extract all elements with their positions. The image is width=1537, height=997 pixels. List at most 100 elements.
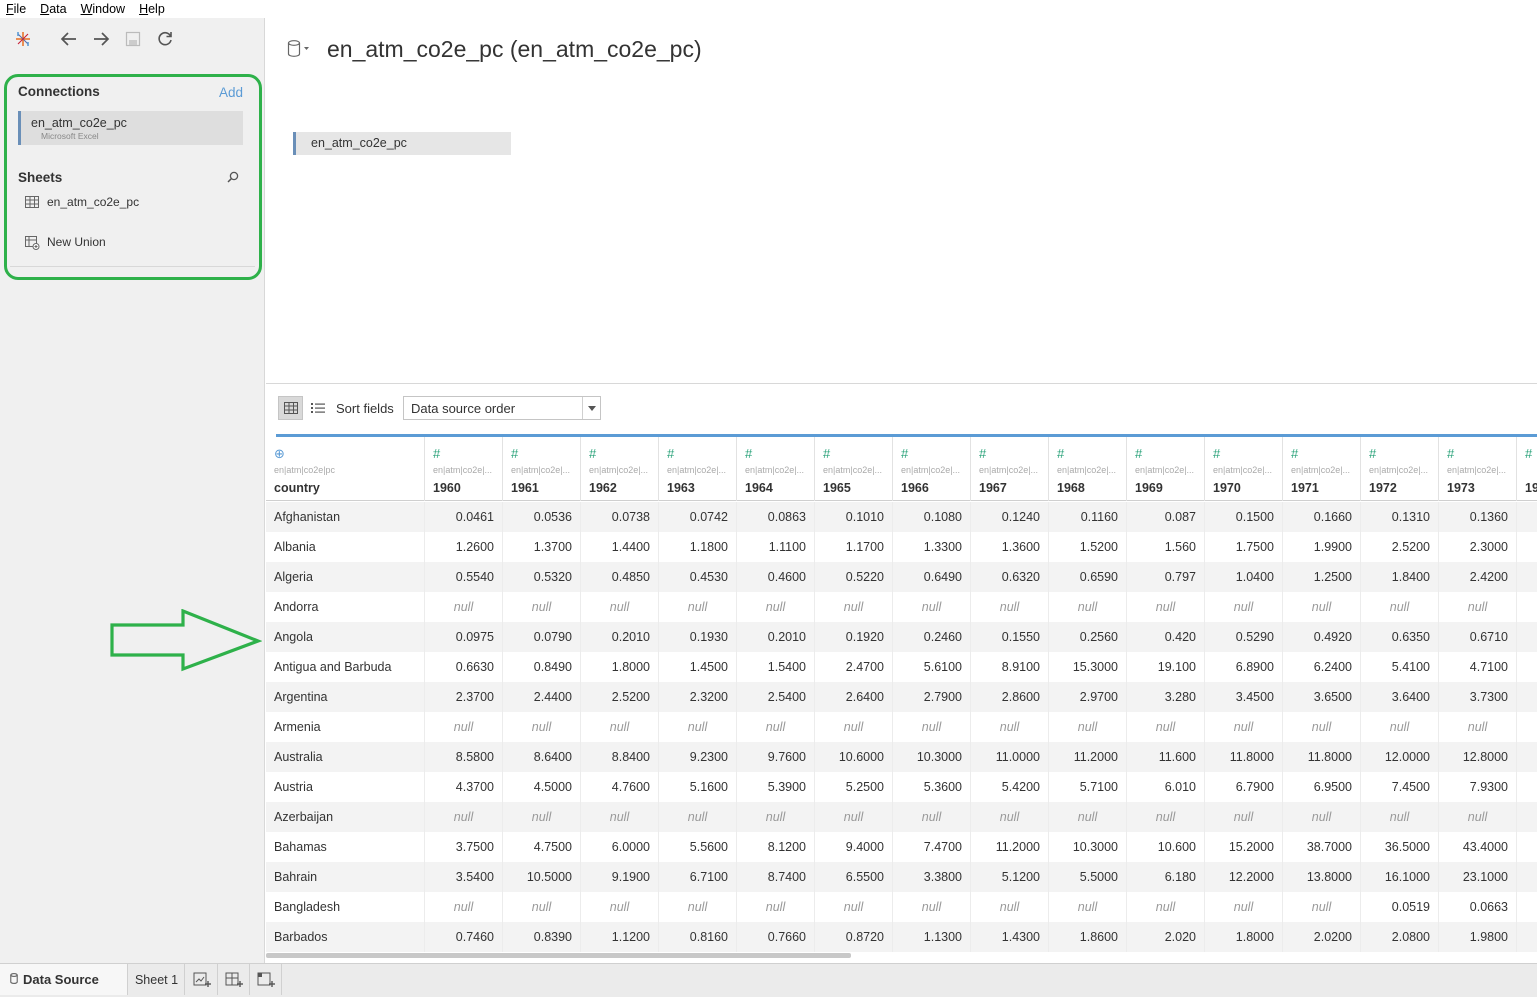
canvas-divider[interactable] xyxy=(266,383,1537,384)
column-header-year[interactable]: # en|atm|co2e|... 1967 xyxy=(971,437,1049,501)
column-name[interactable]: 1960 xyxy=(433,481,461,495)
column-header-country[interactable]: ⊕ en|atm|co2e|pc country xyxy=(266,437,425,501)
globe-icon[interactable]: ⊕ xyxy=(274,446,285,462)
new-story-icon[interactable] xyxy=(250,964,282,995)
value-cell: 11.8000 xyxy=(1283,742,1361,772)
column-name[interactable]: 1966 xyxy=(901,481,929,495)
menu-file[interactable]: File xyxy=(0,2,34,16)
value-cell: 6.010 xyxy=(1127,772,1205,802)
value-cell: 2.8600 xyxy=(971,682,1049,712)
column-name[interactable]: country xyxy=(274,481,320,495)
value-cell: 0.7660 xyxy=(737,922,815,952)
column-name[interactable]: 1972 xyxy=(1369,481,1397,495)
column-header-year[interactable]: # en|atm|co2e|... 1962 xyxy=(581,437,659,501)
column-name[interactable]: 1969 xyxy=(1135,481,1163,495)
value-cell: 0.5320 xyxy=(503,562,581,592)
column-header-year[interactable]: # en|atm|co2e|... 1969 xyxy=(1127,437,1205,501)
column-name[interactable]: 1968 xyxy=(1057,481,1085,495)
tableau-logo-icon[interactable] xyxy=(12,28,34,50)
column-header-year[interactable]: #19 xyxy=(1517,437,1537,501)
column-header-year[interactable]: # en|atm|co2e|... 1961 xyxy=(503,437,581,501)
column-name[interactable]: 1970 xyxy=(1213,481,1241,495)
sort-fields-label: Sort fields xyxy=(336,401,394,416)
value-cell: 8.5800 xyxy=(425,742,503,772)
value-cell: 0.0738 xyxy=(581,502,659,532)
column-name[interactable]: 1967 xyxy=(979,481,1007,495)
column-header-year[interactable]: # en|atm|co2e|... 1970 xyxy=(1205,437,1283,501)
value-cell: 0.6320 xyxy=(971,562,1049,592)
number-type-icon[interactable]: # xyxy=(511,446,518,461)
value-cell: null xyxy=(815,712,893,742)
column-name[interactable]: 1973 xyxy=(1447,481,1475,495)
column-source-label: en|atm|co2e|... xyxy=(1057,465,1117,475)
number-type-icon[interactable]: # xyxy=(667,446,674,461)
value-cell: null xyxy=(425,802,503,832)
column-header-year[interactable]: # en|atm|co2e|... 1972 xyxy=(1361,437,1439,501)
column-name[interactable]: 1963 xyxy=(667,481,695,495)
column-header-year[interactable]: # en|atm|co2e|... 1965 xyxy=(815,437,893,501)
value-cell: 5.2500 xyxy=(815,772,893,802)
country-cell: Bahamas xyxy=(266,832,425,862)
number-type-icon[interactable]: # xyxy=(823,446,830,461)
number-type-icon[interactable]: # xyxy=(1447,446,1454,461)
tab-data-source[interactable]: Data Source xyxy=(0,964,128,995)
column-header-year[interactable]: # en|atm|co2e|... 1960 xyxy=(425,437,503,501)
number-type-icon[interactable]: # xyxy=(1525,446,1532,461)
column-name[interactable]: 1965 xyxy=(823,481,851,495)
new-worksheet-icon[interactable] xyxy=(186,964,218,995)
overflow-cell xyxy=(1517,892,1537,922)
value-cell: null xyxy=(971,592,1049,622)
back-arrow-icon[interactable] xyxy=(58,28,80,50)
datasource-title[interactable]: en_atm_co2e_pc (en_atm_co2e_pc) xyxy=(327,36,702,63)
column-name[interactable]: 1971 xyxy=(1291,481,1319,495)
column-header-year[interactable]: # en|atm|co2e|... 1966 xyxy=(893,437,971,501)
forward-arrow-icon[interactable] xyxy=(90,28,112,50)
value-cell: null xyxy=(737,712,815,742)
value-cell: 2.0800 xyxy=(1361,922,1439,952)
chevron-down-icon[interactable] xyxy=(582,397,600,419)
list-view-button[interactable] xyxy=(310,400,326,416)
number-type-icon[interactable]: # xyxy=(1213,446,1220,461)
menu-help[interactable]: Help xyxy=(133,2,173,16)
horizontal-scrollbar[interactable] xyxy=(266,953,851,958)
canvas-table-chip[interactable]: en_atm_co2e_pc xyxy=(293,132,511,155)
database-icon[interactable] xyxy=(287,39,311,64)
value-cell: 6.180 xyxy=(1127,862,1205,892)
tab-sheet-1[interactable]: Sheet 1 xyxy=(129,964,185,995)
number-type-icon[interactable]: # xyxy=(433,446,440,461)
value-cell: 7.9300 xyxy=(1439,772,1517,802)
column-name[interactable]: 19 xyxy=(1525,481,1537,495)
value-cell: 6.5500 xyxy=(815,862,893,892)
value-cell: 8.1200 xyxy=(737,832,815,862)
number-type-icon[interactable]: # xyxy=(901,446,908,461)
menu-window[interactable]: Window xyxy=(75,2,133,16)
number-type-icon[interactable]: # xyxy=(589,446,596,461)
number-type-icon[interactable]: # xyxy=(1291,446,1298,461)
number-type-icon[interactable]: # xyxy=(1135,446,1142,461)
column-name[interactable]: 1964 xyxy=(745,481,773,495)
value-cell: null xyxy=(893,892,971,922)
column-header-year[interactable]: # en|atm|co2e|... 1968 xyxy=(1049,437,1127,501)
overflow-cell xyxy=(1517,682,1537,712)
value-cell: 5.7100 xyxy=(1049,772,1127,802)
column-header-year[interactable]: # en|atm|co2e|... 1973 xyxy=(1439,437,1517,501)
grid-view-button[interactable] xyxy=(278,396,303,420)
number-type-icon[interactable]: # xyxy=(979,446,986,461)
sort-fields-select[interactable]: Data source order xyxy=(403,396,601,420)
number-type-icon[interactable]: # xyxy=(1369,446,1376,461)
column-header-year[interactable]: # en|atm|co2e|... 1964 xyxy=(737,437,815,501)
value-cell: 10.3000 xyxy=(1049,832,1127,862)
save-icon[interactable] xyxy=(122,28,144,50)
value-cell: 0.1360 xyxy=(1439,502,1517,532)
menu-data[interactable]: Data xyxy=(34,2,74,16)
column-name[interactable]: 1962 xyxy=(589,481,617,495)
number-type-icon[interactable]: # xyxy=(1057,446,1064,461)
column-header-year[interactable]: # en|atm|co2e|... 1971 xyxy=(1283,437,1361,501)
number-type-icon[interactable]: # xyxy=(745,446,752,461)
value-cell: null xyxy=(425,892,503,922)
refresh-icon[interactable] xyxy=(154,28,176,50)
overflow-cell xyxy=(1517,772,1537,802)
column-header-year[interactable]: # en|atm|co2e|... 1963 xyxy=(659,437,737,501)
new-dashboard-icon[interactable] xyxy=(218,964,250,995)
column-name[interactable]: 1961 xyxy=(511,481,539,495)
